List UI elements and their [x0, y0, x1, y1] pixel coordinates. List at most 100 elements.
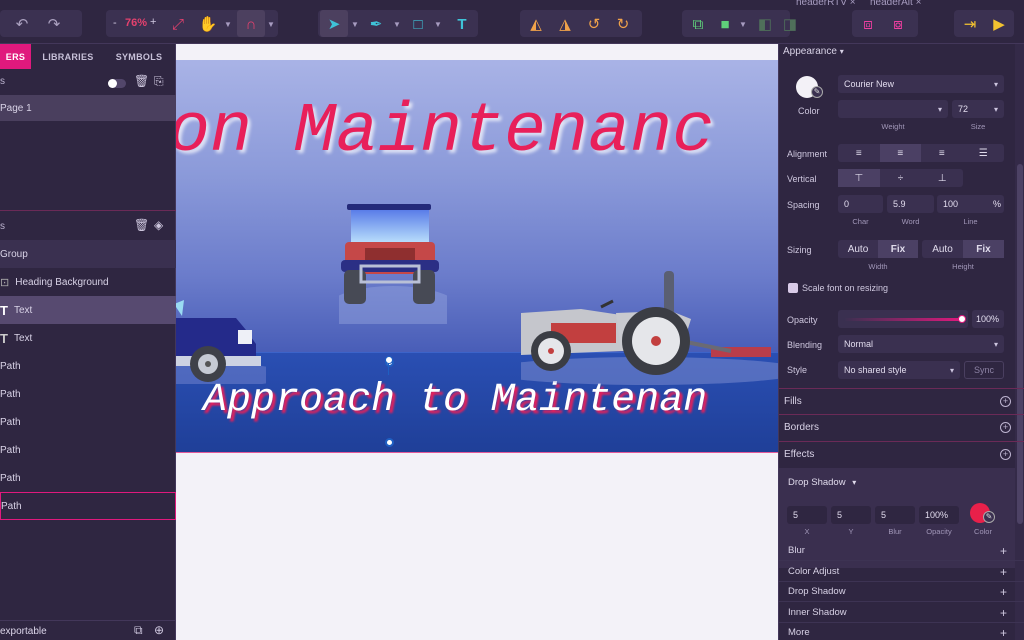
eyedropper-icon[interactable]: ✎: [983, 511, 995, 523]
align-left-icon[interactable]: ≡: [838, 144, 880, 162]
tab-symbols[interactable]: SYMBOLS: [104, 44, 174, 69]
rectangle-tool-icon[interactable]: □: [406, 12, 430, 36]
fills-section[interactable]: Fills +: [779, 388, 1024, 414]
rotate-handle[interactable]: [385, 356, 393, 364]
fill-bucket-icon[interactable]: ◈: [154, 218, 163, 232]
layer-row[interactable]: Group: [0, 240, 176, 268]
effects-section[interactable]: Effects +: [779, 441, 1024, 467]
hand-dropdown-icon[interactable]: ▼: [222, 12, 234, 36]
intersect-icon[interactable]: ◨: [778, 12, 802, 36]
layer-row[interactable]: Path: [0, 408, 176, 436]
font-weight-select[interactable]: [838, 100, 948, 118]
layer-row[interactable]: Path: [0, 436, 176, 464]
pen-dropdown-icon[interactable]: ▼: [391, 12, 403, 36]
effect-drop-shadow[interactable]: Drop Shadow +: [779, 582, 1024, 602]
layer-row[interactable]: Path: [0, 464, 176, 492]
hand-tool-icon[interactable]: ✋: [196, 12, 220, 36]
zoom-level[interactable]: 76%: [125, 17, 147, 29]
sync-button[interactable]: Sync: [964, 361, 1004, 379]
width-fix-option[interactable]: Fix: [878, 240, 918, 258]
jeep-illustration[interactable]: [339, 204, 447, 324]
layer-row[interactable]: ⊡ Heading Background: [0, 268, 176, 296]
doc-tab-1[interactable]: headerRTV ×: [796, 0, 856, 8]
layer-row-hover[interactable]: Path: [0, 492, 176, 520]
rotate-left-icon[interactable]: ↺: [582, 12, 606, 36]
magnet-icon[interactable]: ∩: [239, 12, 263, 36]
effect-more[interactable]: More +: [779, 623, 1024, 640]
text-tool-icon[interactable]: T: [450, 12, 474, 36]
align-middle-icon[interactable]: ÷: [880, 169, 922, 187]
boolean-dropdown-icon[interactable]: ▼: [737, 12, 749, 36]
send-backward-icon[interactable]: ⧇: [886, 12, 910, 36]
undo-icon[interactable]: ↶: [10, 12, 34, 36]
pointer-icon[interactable]: ➤: [322, 12, 346, 36]
fit-screen-icon[interactable]: ⤢: [166, 12, 190, 36]
appearance-header[interactable]: Appearance ▾: [783, 46, 844, 57]
height-auto-option[interactable]: Auto: [922, 240, 963, 258]
vertical-align-segment[interactable]: ⊤ ÷ ⊥: [838, 169, 963, 187]
doc-tab-2[interactable]: headerAlt ×: [870, 0, 921, 8]
shadow-opacity-input[interactable]: 100%: [919, 506, 959, 524]
opacity-input[interactable]: 100%: [972, 310, 1004, 328]
resize-handle[interactable]: [385, 438, 394, 447]
drop-shadow-header[interactable]: Drop Shadow ▾: [788, 477, 856, 488]
add-icon[interactable]: +: [1000, 585, 1007, 599]
redo-icon[interactable]: ↷: [42, 12, 66, 36]
effect-color-adjust[interactable]: Color Adjust +: [779, 562, 1024, 582]
group-icon[interactable]: ⧉: [686, 12, 710, 36]
layer-row[interactable]: Path: [0, 352, 176, 380]
zoom-out-button[interactable]: -: [113, 17, 117, 29]
width-auto-option[interactable]: Auto: [838, 240, 878, 258]
page-item[interactable]: Page 1: [0, 95, 176, 121]
effect-inner-shadow[interactable]: Inner Shadow +: [779, 603, 1024, 623]
tractor-illustration[interactable]: [521, 271, 778, 386]
height-sizing-segment[interactable]: Auto Fix: [922, 240, 1004, 258]
layer-row[interactable]: T Text: [0, 324, 176, 352]
add-icon[interactable]: +: [1000, 544, 1007, 558]
align-justify-icon[interactable]: ☰: [963, 144, 1005, 162]
align-center-icon[interactable]: ≡: [879, 144, 921, 162]
opacity-slider[interactable]: [838, 310, 968, 328]
alignment-segment[interactable]: ≡ ≡ ≡ ☰: [838, 144, 1004, 162]
trash-icon[interactable]: 🗑: [134, 74, 149, 88]
delete-layer-icon[interactable]: 🗑: [134, 218, 149, 232]
snap-dropdown-icon[interactable]: ▼: [265, 12, 277, 36]
blending-select[interactable]: Normal: [838, 335, 1004, 353]
zoom-in-button[interactable]: +: [150, 16, 156, 28]
shape-dropdown-icon[interactable]: ▼: [432, 12, 444, 36]
width-sizing-segment[interactable]: Auto Fix: [838, 240, 918, 258]
font-size-select[interactable]: 72: [952, 100, 1004, 118]
canvas[interactable]: on Maintenanc Approach to Maintenan: [176, 44, 778, 640]
eyedropper-icon[interactable]: ✎: [811, 86, 823, 98]
add-page-icon[interactable]: ⎘: [154, 74, 164, 89]
pages-toggle[interactable]: [108, 79, 126, 88]
shared-style-select[interactable]: No shared style: [838, 361, 960, 379]
truck-illustration[interactable]: [176, 300, 266, 384]
add-border-icon[interactable]: +: [1000, 422, 1011, 433]
layer-row[interactable]: Path: [0, 380, 176, 408]
layer-row-selected[interactable]: T Text: [0, 296, 176, 324]
tab-libraries[interactable]: LIBRARIES: [36, 44, 100, 69]
add-fill-icon[interactable]: +: [1000, 396, 1011, 407]
pen-tool-icon[interactable]: ✒: [364, 12, 388, 36]
subtract-icon[interactable]: ◧: [753, 12, 777, 36]
shadow-blur-input[interactable]: 5: [875, 506, 915, 524]
align-top-icon[interactable]: ⊤: [838, 169, 880, 187]
heading-text[interactable]: on Maintenanc: [176, 93, 714, 172]
tab-layers[interactable]: ERS: [0, 44, 31, 69]
shadow-x-input[interactable]: 5: [787, 506, 827, 524]
add-icon[interactable]: +: [1000, 626, 1007, 640]
align-right-icon[interactable]: ≡: [921, 144, 963, 162]
rotate-right-icon[interactable]: ↻: [611, 12, 635, 36]
bring-forward-icon[interactable]: ⧈: [856, 12, 880, 36]
scale-font-checkbox[interactable]: [788, 283, 798, 293]
flip-vertical-icon[interactable]: ◮: [553, 12, 577, 36]
add-effect-icon[interactable]: +: [1000, 449, 1011, 460]
word-spacing-input[interactable]: 5.9: [887, 195, 934, 213]
font-family-select[interactable]: Courier New: [838, 75, 1004, 93]
union-icon[interactable]: ■: [713, 12, 737, 36]
char-spacing-input[interactable]: 0: [838, 195, 883, 213]
shadow-y-input[interactable]: 5: [831, 506, 871, 524]
flip-horizontal-icon[interactable]: ◭: [524, 12, 548, 36]
borders-section[interactable]: Borders +: [779, 414, 1024, 440]
